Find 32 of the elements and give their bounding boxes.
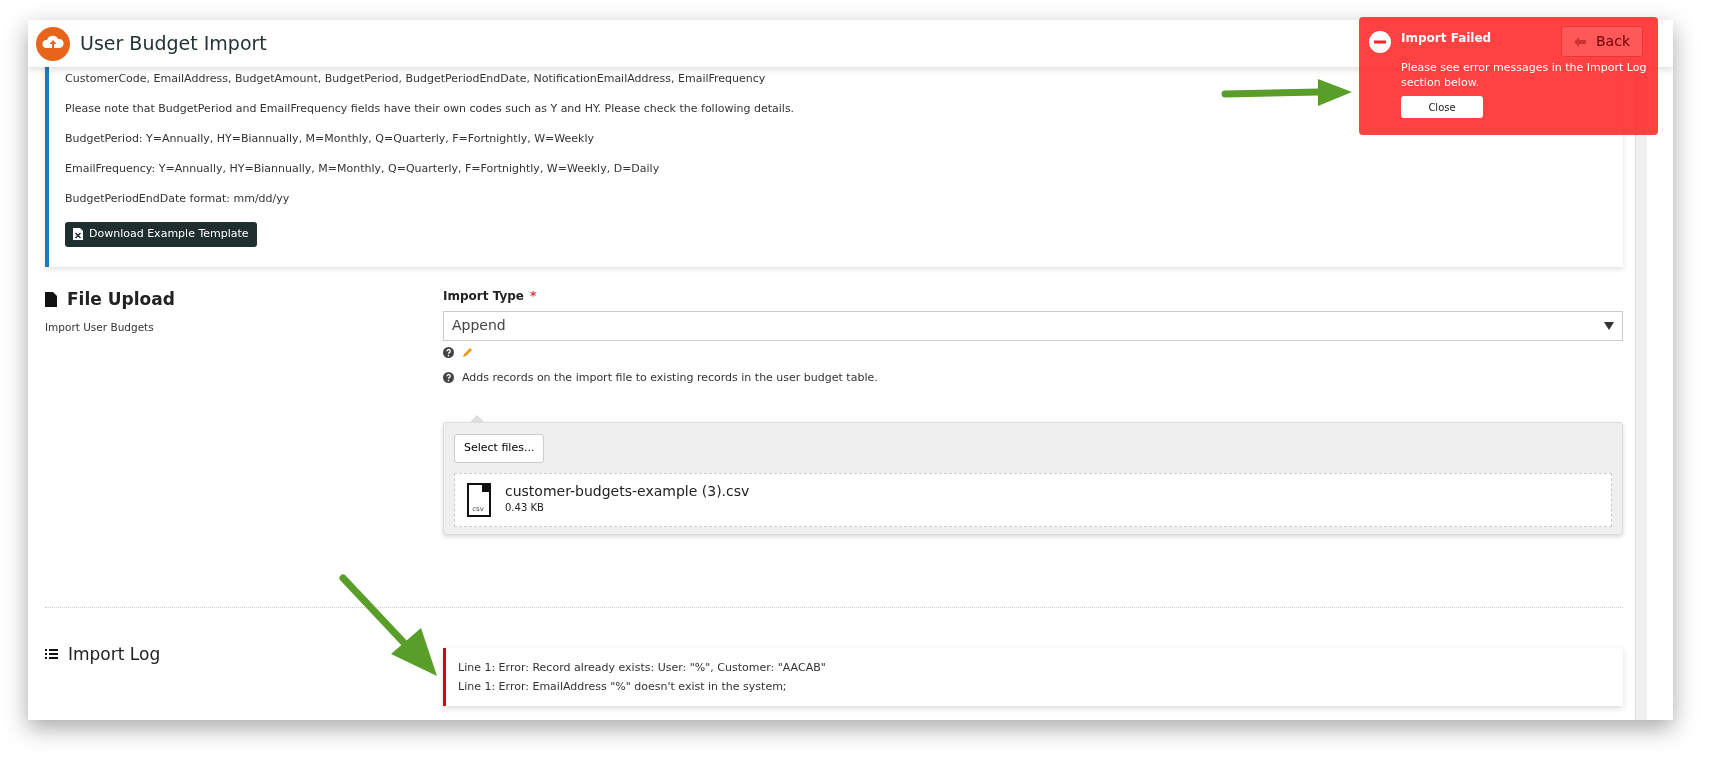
document-icon (45, 291, 57, 307)
download-template-button[interactable]: Download Example Template (65, 222, 257, 247)
field-label: Import Type * (443, 287, 538, 305)
help-text: Adds records on the import file to existing records in the user budget table. (462, 369, 878, 386)
pencil-icon[interactable] (462, 346, 473, 358)
cloud-upload-icon (36, 26, 70, 61)
section-title: File Upload (45, 286, 175, 312)
instruction-text: BudgetPeriod: Y=Annually, HY=Biannually, M=Monthly, Q=Quarterly, F=Fortnightly, W=Weekly (65, 131, 594, 147)
instruction-text: BudgetPeriodEndDate format: mm/dd/yy (65, 191, 290, 207)
log-entry: Line 1: Error: Record already exists: User: "%", Customer: "AACAB" (458, 659, 827, 676)
help-icon (443, 372, 454, 384)
log-entry: Line 1: Error: EmailAddress "%" doesn't exist in the system; (458, 678, 788, 695)
instruction-text: Please note that BudgetPeriod and EmailFrequency fields have their own codes such as Y and HY. Please check the following details. (65, 101, 795, 117)
back-arrow-icon (1574, 36, 1586, 47)
file-name: customer-budgets-example (3).csv (505, 484, 750, 500)
instruction-text: EmailFrequency: Y=Annually, HY=Biannually, M=Monthly, Q=Quarterly, F=Fortnightly, W=Weekly, D=Daily (65, 161, 660, 177)
toast-message: Please see error messages in the Import Log section below. (1401, 59, 1648, 92)
close-button[interactable]: Close (1401, 96, 1483, 119)
page-title: User Budget Import (80, 31, 267, 57)
spreadsheet-icon (73, 228, 83, 241)
select-files-button[interactable]: Select files... (454, 434, 545, 463)
section-title: Import Log (45, 641, 161, 667)
dropdown-caret-icon (1604, 321, 1614, 330)
list-icon (45, 649, 58, 660)
help-icon[interactable] (443, 346, 454, 358)
section-subtitle: Import User Budgets (45, 320, 155, 336)
minus-circle-icon (1369, 31, 1391, 53)
back-button[interactable]: Back (1561, 26, 1643, 57)
instruction-text: CustomerCode, EmailAddress, BudgetAmount, BudgetPeriod, BudgetPeriodEndDate, NotificationEmailAddress, EmailFrequency (65, 71, 766, 87)
toast-title: Import Failed (1401, 30, 1492, 47)
file-size: 0.43 KB (505, 500, 545, 515)
import-type-select[interactable]: Append (443, 310, 1623, 341)
